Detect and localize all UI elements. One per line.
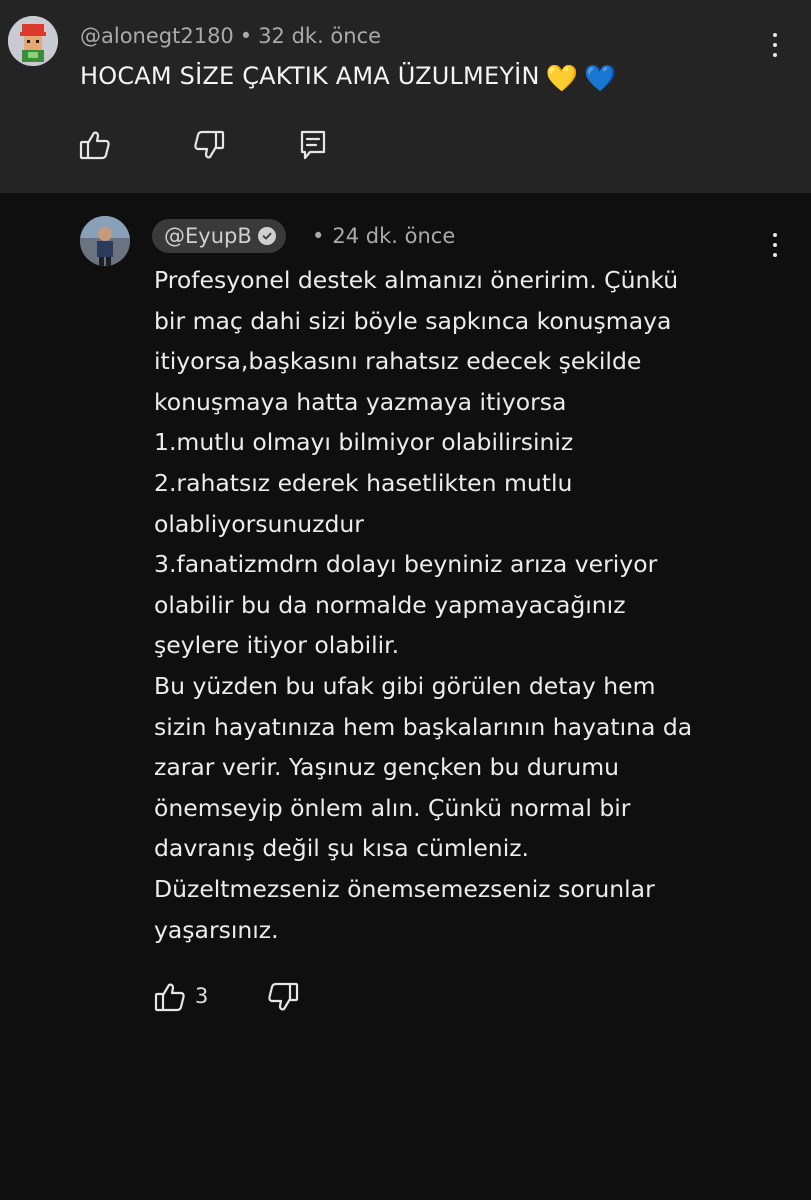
comment-line: şeylere itiyor olabilir.	[154, 631, 400, 660]
comment-line: itiyorsa,başkasını rahatsız edecek şekil…	[154, 347, 642, 376]
parent-comment: @alonegt2180 • 32 dk. önce HOCAM SİZE ÇAKT…	[0, 0, 811, 193]
avatar[interactable]	[8, 16, 58, 66]
comment-line: yaşarsınız.	[154, 915, 279, 944]
comment-line: bir maç dahi sizi böyle sapkınca konuşma…	[154, 306, 672, 335]
more-options-icon[interactable]	[765, 230, 785, 260]
timestamp[interactable]: 32 dk. önce	[258, 24, 381, 48]
comment-line: zarar verir. Yaşınuz gençken bu durumu	[154, 753, 620, 782]
comment-line: konuşmaya hatta yazmaya itiyorsa	[154, 387, 567, 416]
verified-check-icon	[257, 227, 276, 245]
timestamp[interactable]: 24 dk. önce	[332, 224, 455, 248]
comment-reply-icon[interactable]	[296, 128, 330, 162]
comment-line: 3.fanatizmdrn dolayı beyniniz arıza veri…	[154, 550, 658, 579]
channel-owner-badge[interactable]: @EyupB	[152, 219, 286, 253]
yellow-heart-emoji: 💛	[545, 64, 579, 94]
username: @EyupB	[164, 224, 252, 248]
comment-line: olabilir bu da normalde yapmayacağınız	[154, 590, 626, 619]
comment-meta: @alonegt2180 • 32 dk. önce	[80, 24, 381, 48]
thumb-up-icon[interactable]	[78, 128, 112, 162]
like-count: 3	[195, 984, 209, 1008]
blue-heart-emoji: 💙	[584, 64, 617, 94]
comment-line: olabliyorsunuzdur	[154, 509, 364, 538]
comment-meta: • 24 dk. önce	[312, 224, 455, 248]
avatar[interactable]	[80, 216, 130, 266]
thumb-down-icon[interactable]	[266, 980, 300, 1014]
username[interactable]: @alonegt2180	[80, 24, 234, 48]
comment-line: davranış değil şu kısa cümleniz.	[154, 834, 530, 863]
more-options-icon[interactable]	[765, 30, 785, 60]
comment-body: Profesyonel destek almanızı öneririm. Çü…	[154, 260, 794, 950]
comment-line: sizin hayatınıza hem başkalarının hayatı…	[154, 712, 693, 741]
comment-line: Profesyonel destek almanızı öneririm. Çü…	[154, 266, 679, 294]
meta-separator: •	[312, 224, 325, 248]
comment-line: Düzeltmezseniz önemsemezseniz sorunlar	[154, 874, 655, 903]
meta-separator: •	[239, 24, 253, 48]
comment-line: 1.mutlu olmayı bilmiyor olabilirsiniz	[154, 428, 574, 457]
comment-line: önemseyip önlem alın. Çünkü normal bir	[154, 793, 631, 822]
thumb-down-icon[interactable]	[192, 128, 226, 162]
thumb-up-icon[interactable]	[153, 980, 187, 1014]
comment-text: HOCAM SİZE ÇAKTIK AMA ÜZULMEYİN 💛 💙	[80, 62, 617, 94]
comment-line: 2.rahatsız ederek hasetlikten mutlu	[154, 468, 573, 497]
comment-line: Bu yüzden bu ufak gibi görülen detay hem	[154, 671, 656, 700]
comment-body: HOCAM SİZE ÇAKTIK AMA ÜZULMEYİN	[80, 62, 540, 90]
comments-view: @alonegt2180 • 32 dk. önce HOCAM SİZE ÇAKT…	[0, 0, 811, 1200]
